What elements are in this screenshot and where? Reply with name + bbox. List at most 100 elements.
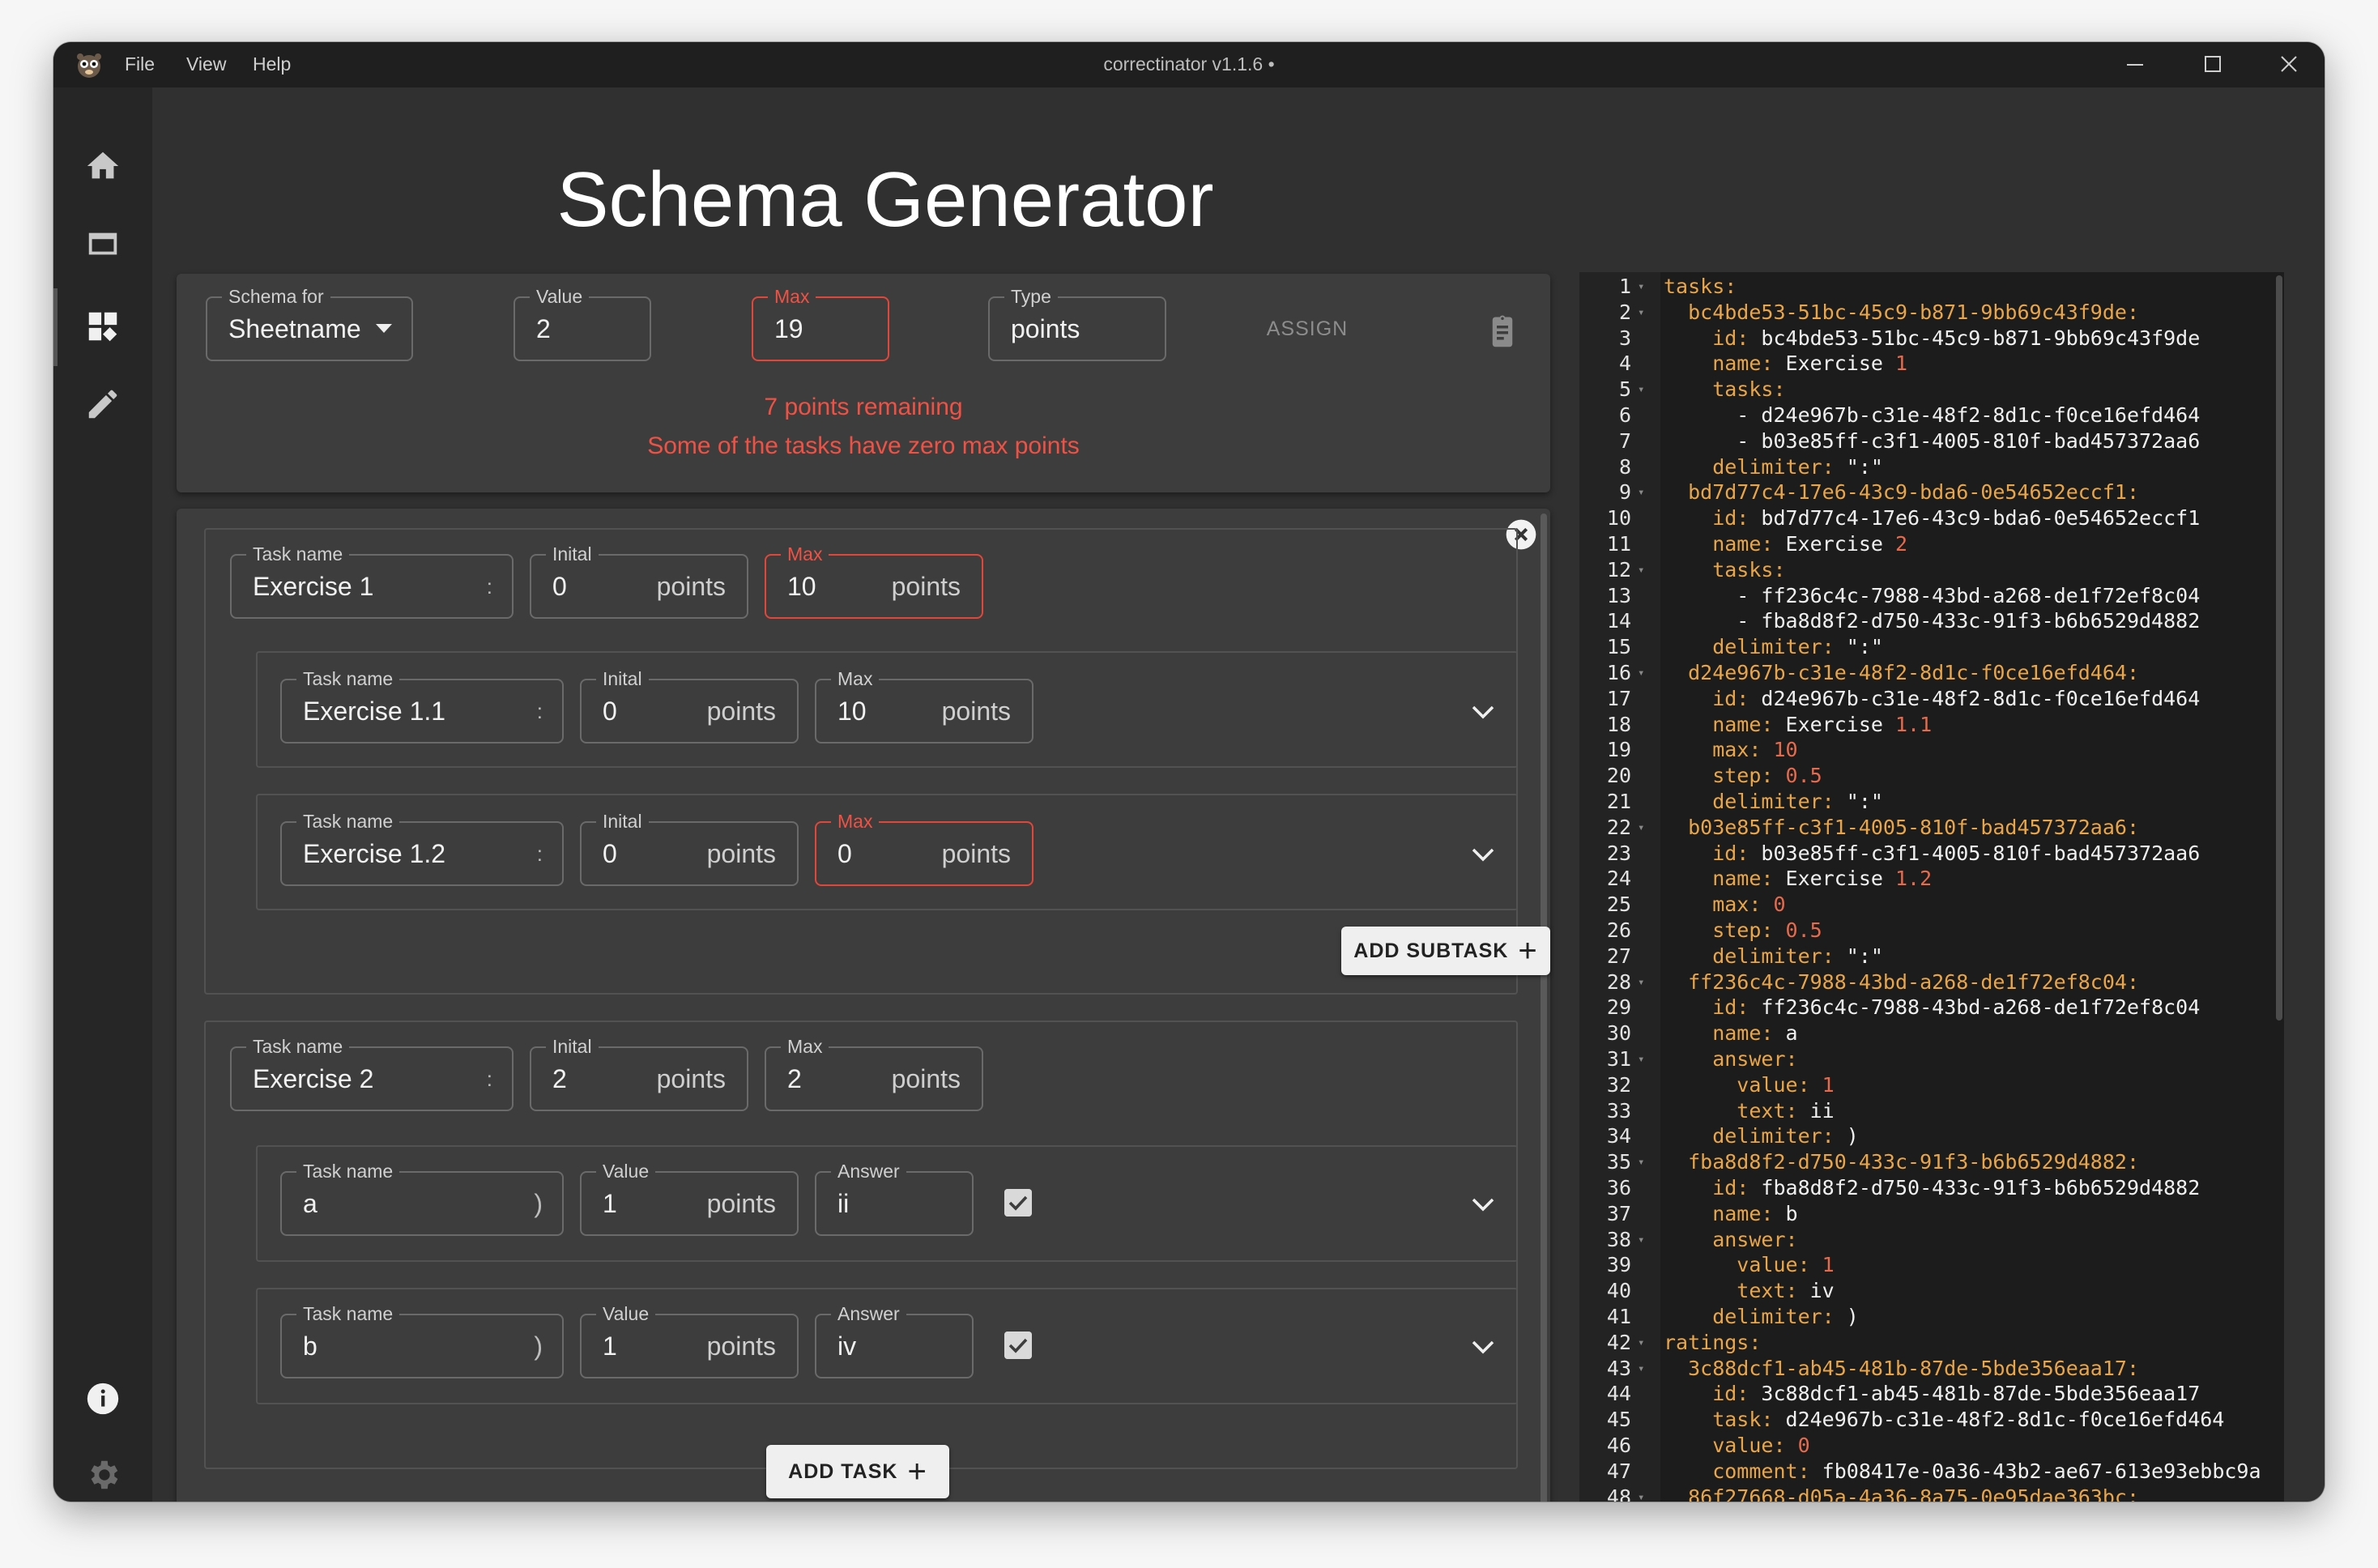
max-points-input[interactable]: Max 10 points: [765, 543, 983, 619]
initial-input[interactable]: Inital 0 points: [580, 667, 799, 744]
code-token: id:: [1664, 1382, 1762, 1406]
editor-line: 39 value: 1: [1579, 1252, 2284, 1278]
fold-arrow-icon[interactable]: ▾: [1638, 1330, 1644, 1356]
task-list-scrollbar[interactable]: [1541, 513, 1547, 1502]
value-points-input[interactable]: Value 1 points: [580, 1160, 799, 1236]
editor-line: 1 ▾ tasks:: [1579, 274, 2284, 300]
initial-value: 2: [552, 1063, 567, 1093]
code-token: ): [1846, 1305, 1859, 1328]
close-window-icon[interactable]: [2273, 50, 2305, 79]
code-token: 10: [1773, 738, 1798, 762]
editor-scrollbar[interactable]: [2276, 275, 2282, 1020]
max-points-input[interactable]: Max 10 points: [815, 667, 1033, 744]
code-token: id:: [1664, 686, 1762, 710]
editor-line: 24 name: Exercise 1.2: [1579, 866, 2284, 892]
fold-arrow-icon[interactable]: ▾: [1638, 1227, 1644, 1253]
dashboard-icon[interactable]: [84, 308, 121, 345]
code-token: ":": [1846, 635, 1883, 659]
answer-input[interactable]: Answer ii: [815, 1160, 974, 1236]
info-icon[interactable]: [84, 1380, 121, 1417]
fold-arrow-icon[interactable]: ▾: [1638, 969, 1644, 995]
pencil-icon[interactable]: [84, 386, 121, 423]
chevron-down-icon[interactable]: [1471, 705, 1495, 719]
code-token: fb08417e-0a36-43b2-ae67-613e93ebbc9a: [1822, 1459, 2261, 1483]
fold-arrow-icon[interactable]: ▾: [1638, 1149, 1644, 1175]
code-text: - fba8d8f2-d750-433c-91f3-b6b6529d4882: [1664, 608, 2200, 634]
value-input[interactable]: Value 2: [514, 285, 651, 361]
line-number: 4: [1618, 352, 1631, 376]
subtask-name-input[interactable]: Task name b ): [280, 1302, 564, 1378]
subtask-name-input[interactable]: Task name a ): [280, 1160, 564, 1236]
home-icon[interactable]: [84, 147, 121, 185]
editor-line: 13 - ff236c4c-7988-43bd-a268-de1f72ef8c0…: [1579, 583, 2284, 609]
code-text: name: b: [1664, 1201, 1798, 1227]
initial-input[interactable]: Inital 0 points: [580, 810, 799, 886]
unit-label: points: [706, 838, 776, 868]
clipboard-icon[interactable]: [1485, 313, 1519, 350]
sheets-icon[interactable]: [84, 225, 121, 262]
fold-arrow-icon[interactable]: ▾: [1638, 479, 1644, 505]
code-token: ratings:: [1664, 1330, 1762, 1354]
task-name-input[interactable]: Task name Exercise 2 :: [230, 1035, 514, 1111]
settings-gear-icon[interactable]: [84, 1456, 121, 1493]
code-token: 1: [1894, 352, 1908, 376]
max-points-value: 10: [787, 571, 816, 601]
value-value: 1: [603, 1331, 617, 1361]
fold-arrow-icon[interactable]: ▾: [1638, 377, 1644, 403]
code-text: b03e85ff-c3f1-4005-810f-bad457372aa6:: [1664, 815, 2139, 841]
initial-input[interactable]: Inital 0 points: [530, 543, 748, 619]
editor-line: 25 max: 0: [1579, 892, 2284, 918]
fold-arrow-icon[interactable]: ▾: [1638, 1356, 1644, 1382]
initial-input[interactable]: Inital 2 points: [530, 1035, 748, 1111]
editor-line: 27 delimiter: ":": [1579, 944, 2284, 969]
add-subtask-button[interactable]: ADD SUBTASK +: [1341, 927, 1550, 975]
chevron-down-icon[interactable]: [1471, 1340, 1495, 1354]
code-token: 86f27668-d05a-4a36-8a75-0e95dae363bc:: [1664, 1485, 2139, 1502]
code-token: id:: [1664, 841, 1762, 865]
editor-line: 46 value: 0: [1579, 1433, 2284, 1459]
task-name-input[interactable]: Task name Exercise 1 :: [230, 543, 514, 619]
chevron-down-icon[interactable]: [1471, 1197, 1495, 1212]
line-number: 29: [1606, 995, 1631, 1020]
answer-value: ii: [837, 1188, 850, 1218]
line-number: 47: [1606, 1459, 1631, 1483]
fold-arrow-icon[interactable]: ▾: [1638, 300, 1644, 326]
code-token: id:: [1664, 1176, 1762, 1199]
yaml-editor[interactable]: 1 ▾ tasks: 2 ▾ bc4bde53-51bc-45c9-b871-9bb69…: [1579, 272, 2284, 1502]
line-number: 43: [1606, 1356, 1631, 1380]
line-number: 14: [1606, 609, 1631, 633]
code-token: d24e967b-c31e-48f2-8d1c-f0ce16efd464:: [1664, 661, 2139, 684]
chevron-down-icon[interactable]: [1471, 847, 1495, 862]
max-points-input[interactable]: Max 0 points: [815, 810, 1033, 886]
schema-for-select[interactable]: Schema for Sheetname: [206, 285, 413, 361]
max-input[interactable]: Max 19: [752, 285, 889, 361]
fold-arrow-icon[interactable]: ▾: [1638, 660, 1644, 686]
fold-arrow-icon[interactable]: ▾: [1638, 1046, 1644, 1072]
line-number: 19: [1606, 738, 1631, 762]
code-text: delimiter: ":": [1664, 944, 1883, 969]
delimiter-value: ): [534, 1331, 543, 1361]
minimize-icon[interactable]: [2119, 50, 2151, 79]
checkbox-checked-icon[interactable]: [1004, 1189, 1032, 1216]
value-points-input[interactable]: Value 1 points: [580, 1302, 799, 1378]
fold-arrow-icon[interactable]: ▾: [1638, 1485, 1644, 1502]
max-points-input[interactable]: Max 2 points: [765, 1035, 983, 1111]
code-token: b: [1785, 1201, 1798, 1225]
maximize-icon[interactable]: [2197, 50, 2229, 79]
assign-button[interactable]: ASSIGN: [1251, 317, 1364, 341]
editor-line: 37 name: b: [1579, 1201, 2284, 1227]
code-token: name:: [1664, 712, 1786, 736]
initial-value: 0: [603, 838, 617, 868]
answer-input[interactable]: Answer iv: [815, 1302, 974, 1378]
fold-arrow-icon[interactable]: ▾: [1638, 815, 1644, 841]
code-token: id:: [1664, 506, 1762, 530]
code-text: delimiter: ): [1664, 1123, 1859, 1149]
fold-arrow-icon[interactable]: ▾: [1638, 557, 1644, 583]
subtask-name-input[interactable]: Task name Exercise 1.1 :: [280, 667, 564, 744]
subtask-name-input[interactable]: Task name Exercise 1.2 :: [280, 810, 564, 886]
task-name-value: Exercise 2: [253, 1063, 374, 1093]
add-task-button[interactable]: ADD TASK +: [766, 1445, 949, 1498]
fold-arrow-icon[interactable]: ▾: [1638, 274, 1644, 300]
checkbox-checked-icon[interactable]: [1004, 1332, 1032, 1359]
type-input[interactable]: Type points: [988, 285, 1166, 361]
